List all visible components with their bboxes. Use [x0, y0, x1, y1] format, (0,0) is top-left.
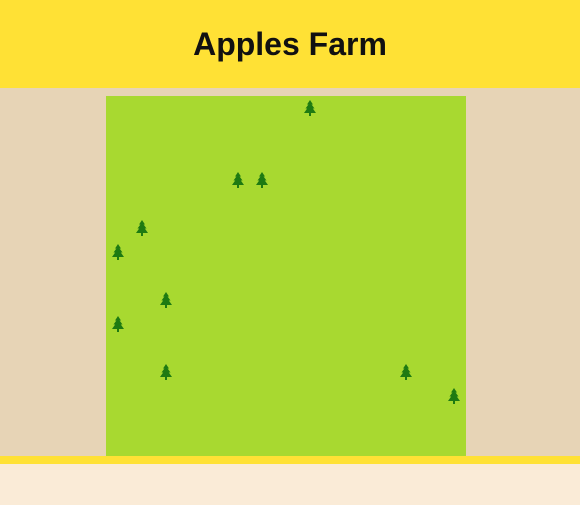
tree-icon[interactable]	[106, 240, 130, 264]
farm-field[interactable]	[106, 96, 466, 456]
tree-icon[interactable]	[154, 360, 178, 384]
footer-divider	[0, 456, 580, 464]
tree-icon[interactable]	[106, 312, 130, 336]
game-stage	[0, 88, 580, 456]
game-header: Apples Farm	[0, 0, 580, 88]
tree-icon[interactable]	[394, 360, 418, 384]
tree-icon[interactable]	[250, 168, 274, 192]
tree-icon[interactable]	[442, 384, 466, 408]
tree-icon[interactable]	[130, 216, 154, 240]
game-title: Apples Farm	[193, 25, 387, 62]
footer-area	[0, 464, 580, 505]
tree-icon[interactable]	[154, 288, 178, 312]
tree-icon[interactable]	[298, 96, 322, 120]
tree-icon[interactable]	[226, 168, 250, 192]
